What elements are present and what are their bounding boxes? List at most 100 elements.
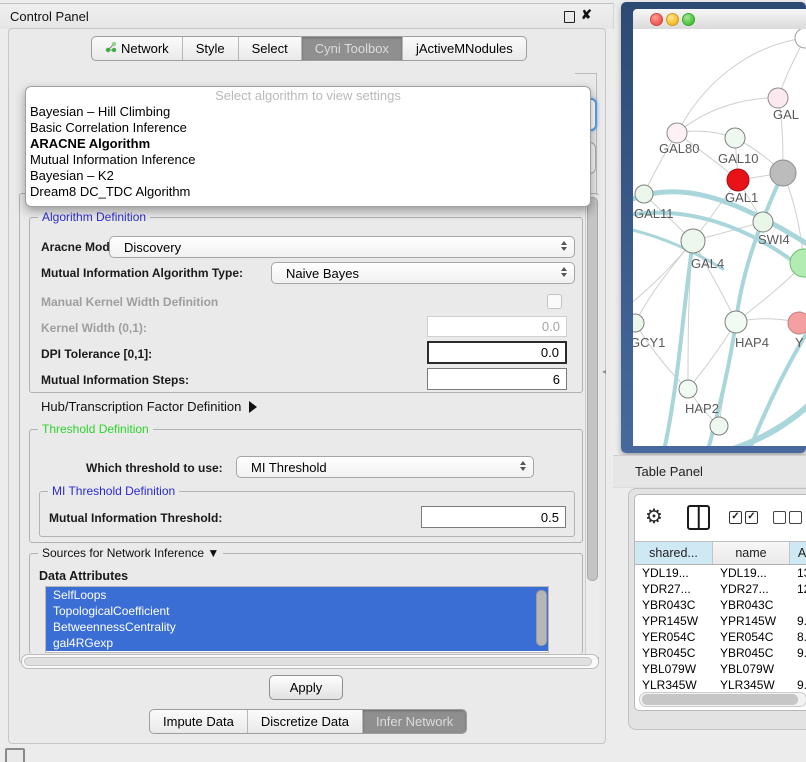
collapse-arrow-icon[interactable]: ▼ <box>207 546 219 560</box>
attribute-item-selfloops[interactable]: SelfLoops <box>46 587 548 603</box>
table-cell: YBR043C <box>713 597 790 613</box>
mi-threshold-group-title: MI Threshold Definition <box>48 484 179 498</box>
tab-infer-network[interactable]: Infer Network <box>363 710 466 733</box>
settings-vscrollbar-thumb[interactable] <box>587 197 598 581</box>
table-row[interactable]: YBR043CYBR043C <box>635 597 806 613</box>
network-node-gal4[interactable] <box>681 229 705 253</box>
column-header-shared-[interactable]: shared... <box>635 542 713 564</box>
network-node[interactable] <box>770 160 796 186</box>
close-traffic-light-icon[interactable] <box>650 13 663 26</box>
table-cell: YBL079W <box>713 661 790 677</box>
algorithm-dropdown[interactable]: Select algorithm to view settings Bayesi… <box>25 86 591 207</box>
network-node-gal[interactable] <box>768 88 788 108</box>
algorithm-option-bayesian-k2[interactable]: Bayesian – K2 <box>26 168 590 184</box>
network-node-gal80[interactable] <box>667 123 687 143</box>
deselect-all-checkbox-icon[interactable] <box>773 511 786 524</box>
network-node-hap4[interactable] <box>725 311 747 333</box>
algorithm-option-basic-correlation-inference[interactable]: Basic Correlation Inference <box>26 120 590 136</box>
network-node-gal11[interactable] <box>635 185 653 203</box>
mi-threshold-field[interactable]: 0.5 <box>421 506 566 528</box>
hub-section-label: Hub/Transcription Factor Definition <box>41 399 241 414</box>
mi-threshold-label: Mutual Information Threshold: <box>49 511 222 525</box>
settings-hscrollbar[interactable] <box>21 654 599 669</box>
tab-select[interactable]: Select <box>239 37 302 60</box>
which-threshold-select[interactable]: MI Threshold <box>236 456 534 478</box>
network-window-titlebar[interactable] <box>633 9 806 30</box>
network-node-swi4[interactable] <box>753 212 773 232</box>
network-node[interactable] <box>795 29 806 48</box>
algorithm-option-mutual-information-inference[interactable]: Mutual Information Inference <box>26 152 590 168</box>
table-row[interactable]: YER054CYER054C8. <box>635 629 806 645</box>
mi-algorithm-type-select[interactable]: Naive Bayes <box>271 262 575 284</box>
select-all-checkbox-icon[interactable]: ✓ <box>745 511 758 524</box>
bottom-tab-bar: Impute DataDiscretize DataInfer Network <box>149 709 467 734</box>
node-label: GCY1 <box>633 335 665 350</box>
network-node[interactable] <box>710 417 728 435</box>
table-cell: YDL19... <box>713 565 790 581</box>
mi-algorithm-type-label: Mutual Information Algorithm Type: <box>41 266 243 280</box>
table-hscrollbar-thumb[interactable] <box>642 694 798 705</box>
network-edge <box>733 405 806 446</box>
column-header-name[interactable]: name <box>713 542 790 564</box>
manual-kernel-width-checkbox[interactable] <box>547 294 562 309</box>
gear-icon[interactable]: ⚙ <box>645 504 663 529</box>
data-attributes-label: Data Attributes <box>39 569 128 583</box>
network-node-gal1[interactable] <box>727 169 749 191</box>
table-row[interactable]: YLR345WYLR345W9. <box>635 677 806 693</box>
minimize-traffic-light-icon[interactable] <box>666 13 679 26</box>
apply-button[interactable]: Apply <box>269 675 343 700</box>
table-cell: YER054C <box>713 629 790 645</box>
table-row[interactable]: YBL079WYBL079W <box>635 661 806 677</box>
tab-cyni-toolbox[interactable]: Cyni Toolbox <box>302 37 403 60</box>
network-node[interactable] <box>790 249 806 277</box>
network-node-gal10[interactable] <box>725 128 745 148</box>
mi-steps-field[interactable]: 6 <box>427 368 567 390</box>
split-columns-icon[interactable] <box>687 505 710 530</box>
table-container: ⚙ ✓ ✓ shared...nameA YDL19...YDL19...13Y… <box>634 494 806 711</box>
column-header-a[interactable]: A <box>790 542 806 564</box>
attribute-item-gal4rgexp[interactable]: gal4RGexp <box>46 635 548 651</box>
tab-network[interactable]: Network <box>92 37 183 60</box>
algorithm-option-aracne-algorithm[interactable]: ARACNE Algorithm <box>26 136 590 152</box>
algorithm-option-bayesian-hill-climbing[interactable]: Bayesian – Hill Climbing <box>26 104 590 120</box>
aracne-mode-value: Discovery <box>124 240 181 255</box>
table-hscrollbar[interactable] <box>639 692 806 707</box>
close-icon[interactable]: ✘ <box>581 7 592 23</box>
attributes-list-scrollbar[interactable] <box>536 590 547 646</box>
table-row[interactable]: YDR27...YDR27...12 <box>635 581 806 597</box>
attribute-item-topologicalcoefficient[interactable]: TopologicalCoefficient <box>46 603 548 619</box>
table-row[interactable]: YDL19...YDL19...13 <box>635 565 806 581</box>
settings-hscrollbar-thumb[interactable] <box>24 657 592 666</box>
tab-impute-data[interactable]: Impute Data <box>150 710 248 733</box>
tab-discretize-data[interactable]: Discretize Data <box>248 710 363 733</box>
tab-label: jActiveMNodules <box>416 41 513 56</box>
deselect-all-checkbox-icon[interactable] <box>789 511 802 524</box>
hidden-group-border <box>575 73 597 74</box>
table-row[interactable]: YPR145WYPR145W9. <box>635 613 806 629</box>
network-icon <box>105 41 117 56</box>
network-node-gcy1[interactable] <box>633 314 644 332</box>
float-icon[interactable] <box>564 11 575 23</box>
table-cell: 13 <box>790 565 806 581</box>
dpi-tolerance-field[interactable]: 0.0 <box>427 341 567 364</box>
attribute-item-betweennesscentrality[interactable]: BetweennessCentrality <box>46 619 548 635</box>
aracne-mode-select[interactable]: Discovery <box>109 236 575 258</box>
table-row[interactable]: YBR045CYBR045C9. <box>635 645 806 661</box>
tab-style[interactable]: Style <box>183 37 239 60</box>
data-attributes-list[interactable]: SelfLoopsTopologicalCoefficientBetweenne… <box>45 586 549 653</box>
minimized-panel-icon[interactable] <box>5 748 25 762</box>
table-cell: YDL19... <box>635 565 713 581</box>
table-cell: YBR045C <box>635 645 713 661</box>
panel-splitter-handle[interactable]: ◂ <box>602 368 608 376</box>
network-node-hap2[interactable] <box>679 380 697 398</box>
select-all-checkbox-icon[interactable]: ✓ <box>729 511 742 524</box>
tab-jactivemnodules[interactable]: jActiveMNodules <box>403 37 526 60</box>
zoom-traffic-light-icon[interactable] <box>682 13 695 26</box>
node-label: GAL10 <box>718 151 758 166</box>
network-window: GALGAL80GAL10GAL1GAL11SWI4GAL4GCY1HAP4YH… <box>621 2 806 453</box>
mi-steps-label: Mutual Information Steps: <box>41 373 189 387</box>
network-canvas[interactable]: GALGAL80GAL10GAL1GAL11SWI4GAL4GCY1HAP4YH… <box>633 29 806 446</box>
network-node-y[interactable] <box>788 312 806 334</box>
algorithm-option-dream8-dc-tdc-algorithm[interactable]: Dream8 DC_TDC Algorithm <box>26 184 590 200</box>
hub-section-toggle[interactable]: Hub/Transcription Factor Definition <box>41 399 257 414</box>
